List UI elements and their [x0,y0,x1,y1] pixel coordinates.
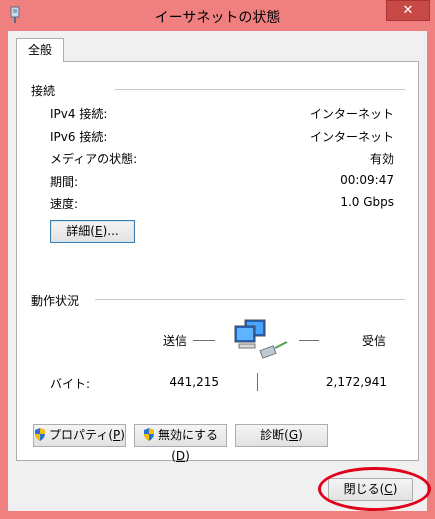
connection-group-label: 接続 [31,84,56,98]
network-activity-icon [234,319,288,359]
duration-label: 期間: [50,175,79,189]
diagnose-button[interactable]: 診断(G) [235,424,328,447]
bytes-separator [257,373,258,391]
window: イーサネットの状態 ✕ 全般 接続 IPv4 接続: インターネット IPv6 … [0,0,435,519]
media-state-value: 有効 [369,152,394,166]
activity-group-label: 動作状況 [31,294,80,308]
close-window-button[interactable]: ✕ [386,0,430,21]
connection-group-divider [115,89,405,90]
sent-line [193,340,215,341]
ipv6-label: IPv6 接続: [50,130,108,144]
close-button[interactable]: 閉じる(C) [328,478,413,501]
speed-value: 1.0 Gbps [340,195,394,209]
uac-shield-icon [143,428,154,441]
tab-general[interactable]: 全般 [16,38,64,62]
uac-shield-icon [35,428,46,441]
details-button[interactable]: 詳細(E)... [50,220,135,243]
tab-panel-general: 接続 IPv4 接続: インターネット IPv6 接続: インターネット メディ… [16,61,419,463]
activity-group-divider [95,299,405,300]
speed-label: 速度: [50,197,79,211]
received-label: 受信 [362,334,387,348]
title-bar[interactable]: イーサネットの状態 ✕ [0,0,435,31]
ipv4-label: IPv4 接続: [50,107,108,121]
ipv4-value: インターネット [309,107,394,121]
properties-button[interactable]: プロパティ(P) [33,424,126,447]
disable-button[interactable]: 無効にする(D) [134,424,227,463]
window-title: イーサネットの状態 [154,10,281,26]
ipv6-value: インターネット [309,130,394,144]
sent-label: 送信 [163,334,188,348]
received-line [299,340,319,341]
bytes-sent-value: 441,215 [169,375,219,389]
media-state-label: メディアの状態: [50,152,138,166]
bytes-label: バイト: [50,377,91,391]
bytes-received-value: 2,172,941 [325,375,387,389]
close-icon: ✕ [402,3,414,18]
dialog-client-area: 全般 接続 IPv4 接続: インターネット IPv6 接続: インターネット … [8,31,427,511]
duration-value: 00:09:47 [340,173,394,187]
